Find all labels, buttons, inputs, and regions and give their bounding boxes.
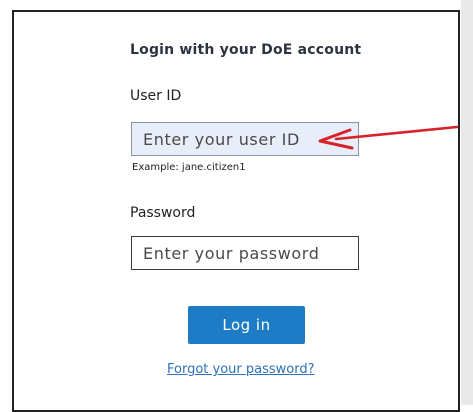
userid-label: User ID: [130, 88, 182, 104]
login-panel: [12, 10, 460, 412]
password-input[interactable]: [131, 236, 359, 270]
userid-example-hint: Example: jane.citizen1: [132, 162, 246, 173]
window-edge: [461, 0, 473, 405]
userid-input[interactable]: [131, 122, 359, 156]
password-label: Password: [130, 205, 196, 221]
forgot-password-link[interactable]: Forgot your password?: [167, 362, 315, 377]
login-title: Login with your DoE account: [130, 42, 362, 58]
login-button[interactable]: Log in: [188, 306, 305, 344]
